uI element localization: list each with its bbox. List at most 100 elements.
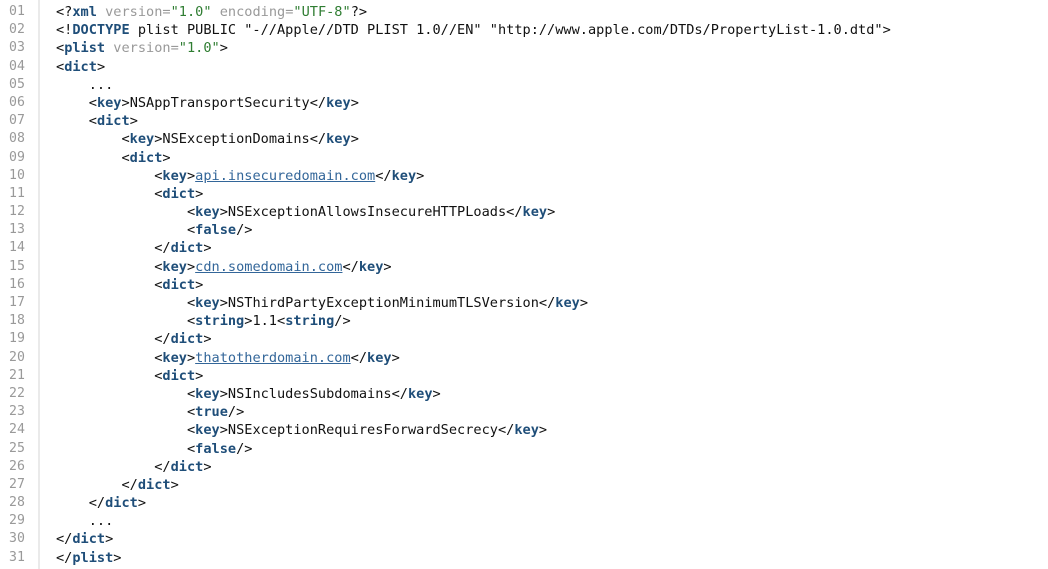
domain-link[interactable]: cdn.somedomain.com (195, 259, 342, 275)
xml-punctuation: </ (154, 331, 171, 348)
xml-tag-name: plist (72, 549, 114, 566)
xml-tag-name: key (129, 131, 155, 148)
xml-punctuation: </ (350, 349, 368, 366)
xml-punctuation: /> (227, 404, 245, 421)
xml-punctuation: > (186, 167, 196, 184)
text-content (97, 4, 105, 20)
line-number: 22 (9, 385, 25, 401)
xml-punctuation: > (121, 94, 130, 111)
line-number: 23 (9, 404, 25, 420)
domain-link[interactable]: api.insecuredomain.com (195, 168, 375, 184)
code-line: </plist> (56, 549, 1048, 567)
line-number: 05 (9, 76, 25, 92)
line-number: 07 (9, 113, 25, 129)
code-line: <string>1.1<string/> (56, 312, 1048, 330)
code-line: <true/> (56, 403, 1048, 421)
xml-tag-name: key (195, 385, 220, 402)
xml-punctuation: < (277, 313, 286, 330)
xml-punctuation: < (186, 440, 196, 457)
xml-punctuation: > (129, 113, 138, 130)
xml-punctuation: > (105, 531, 114, 548)
code-line: <key>api.insecuredomain.com</key> (56, 167, 1048, 185)
line-number: 25 (9, 440, 25, 456)
line-number: 29 (9, 513, 25, 529)
xml-punctuation: </ (309, 131, 327, 148)
code-viewer: 01 02 03 04 05 06 07 08 09 10 11 12 13 14 15 16 17 18 19 20… (0, 0, 1048, 569)
xml-punctuation: > (219, 295, 228, 311)
xml-punctuation: < (186, 422, 196, 439)
xml-punctuation: </ (506, 204, 523, 221)
xml-tag-name: dict (137, 476, 171, 493)
xml-tag-name: key (326, 94, 351, 111)
line-number: 21 (9, 367, 25, 383)
text-content: NSIncludesSubdomains (227, 385, 392, 402)
xml-punctuation: /> (334, 313, 351, 330)
xml-punctuation: > (137, 495, 147, 512)
xml-attribute: version= (105, 4, 171, 20)
line-number: 12 (9, 204, 25, 220)
line-number: 28 (9, 495, 25, 511)
xml-string-value: "UTF-8" (293, 4, 351, 20)
xml-tag-name: dict (162, 185, 196, 202)
line-number: 15 (9, 258, 25, 274)
xml-tag-name: dict (64, 58, 97, 75)
xml-punctuation: < (56, 58, 65, 75)
xml-punctuation: > (350, 131, 359, 148)
line-number: 24 (9, 422, 25, 438)
xml-tag-name: key (407, 385, 433, 402)
text-content: NSAppTransportSecurity (129, 94, 310, 111)
text-content: ... (88, 513, 114, 530)
domain-link[interactable]: thatotherdomain.com (195, 350, 351, 366)
code-line: <key>thatotherdomain.com</key> (56, 349, 1048, 367)
xml-punctuation: </ (375, 167, 392, 184)
line-number: 16 (9, 276, 25, 292)
xml-tag-name: key (326, 131, 351, 148)
xml-punctuation: </ (538, 295, 556, 311)
line-number: 30 (9, 531, 25, 547)
xml-tag-name: dict (162, 367, 196, 384)
xml-tag-name: string (285, 313, 335, 330)
xml-punctuation: < (56, 40, 65, 57)
xml-tag-name: key (555, 295, 580, 311)
xml-punctuation: </ (309, 94, 327, 111)
xml-punctuation: < (88, 94, 97, 111)
code-line: <dict> (56, 276, 1048, 294)
xml-punctuation: < (186, 385, 196, 402)
code-line: <key>cdn.somedomain.com</key> (56, 258, 1048, 276)
line-number: 11 (9, 185, 25, 201)
line-number: 17 (9, 295, 25, 310)
xml-punctuation: <! (56, 22, 73, 39)
xml-punctuation: /> (236, 440, 253, 457)
xml-tag-name: true (195, 404, 228, 421)
xml-tag-name: key (195, 204, 220, 221)
xml-tag-name: dict (72, 531, 106, 548)
code-line: <false/> (56, 440, 1048, 458)
xml-string-value: "1.0" (170, 4, 212, 20)
xml-punctuation: </ (154, 240, 171, 257)
xml-punctuation: > (195, 276, 204, 293)
line-number: 19 (9, 331, 25, 347)
xml-tag-name: dict (105, 495, 138, 512)
xml-punctuation: </ (121, 476, 138, 493)
xml-punctuation: > (579, 295, 589, 311)
xml-tag-name: string (195, 313, 245, 330)
xml-tag-name: key (162, 258, 187, 275)
code-line: </dict> (56, 239, 1048, 257)
xml-punctuation: > (186, 258, 196, 275)
text-content: NSExceptionDomains (162, 131, 310, 148)
xml-punctuation: > (219, 204, 228, 221)
xml-punctuation: > (538, 422, 548, 439)
code-line: <dict> (56, 367, 1048, 385)
xml-punctuation: > (203, 458, 212, 475)
xml-tag-name: key (195, 422, 220, 439)
code-line: <key>NSExceptionRequiresForwardSecrecy</… (56, 421, 1048, 439)
